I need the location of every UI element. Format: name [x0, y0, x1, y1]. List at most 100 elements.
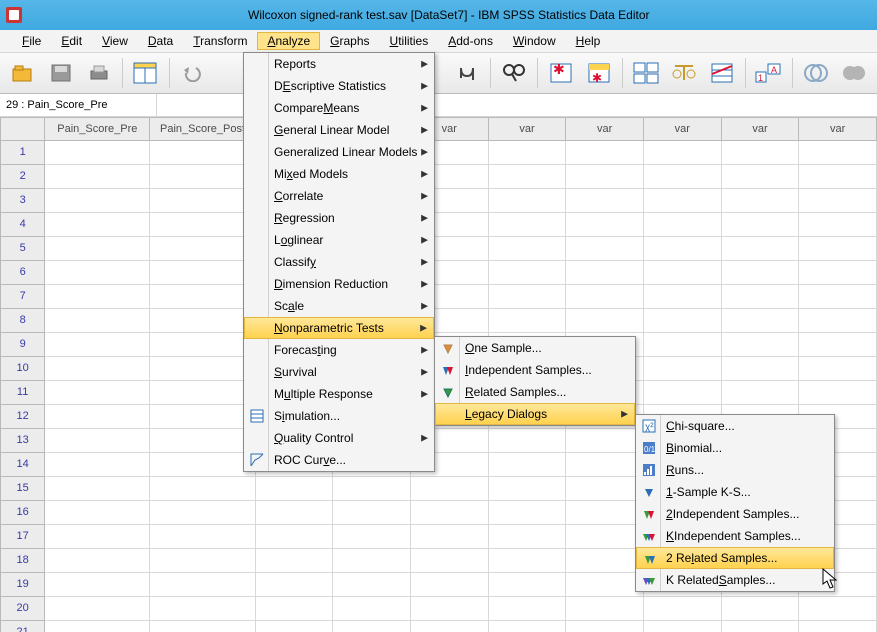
cell[interactable]	[45, 525, 150, 549]
cell[interactable]	[45, 333, 150, 357]
cell[interactable]	[333, 597, 411, 621]
cell[interactable]	[489, 525, 567, 549]
cell[interactable]	[150, 597, 255, 621]
menu-item[interactable]: Regression▶	[244, 207, 434, 229]
column-header[interactable]: var	[489, 117, 567, 141]
row-header[interactable]: 4	[0, 213, 45, 237]
cell[interactable]	[799, 237, 877, 261]
menu-data[interactable]: Data	[138, 32, 183, 50]
row-header[interactable]: 13	[0, 429, 45, 453]
cell[interactable]	[45, 165, 150, 189]
menu-item[interactable]: Runs...	[636, 459, 834, 481]
analyze-menu[interactable]: Reports▶DEscriptive Statistics▶Compare M…	[243, 52, 435, 472]
cell[interactable]	[566, 261, 644, 285]
cell[interactable]	[150, 477, 255, 501]
cell[interactable]	[150, 453, 255, 477]
cell[interactable]	[566, 453, 644, 477]
cell[interactable]	[566, 189, 644, 213]
cell[interactable]	[45, 141, 150, 165]
cell[interactable]	[489, 453, 567, 477]
cell[interactable]	[411, 501, 489, 525]
data-view-icon[interactable]	[129, 56, 163, 90]
menu-item[interactable]: ROC Curve...	[244, 449, 434, 471]
menu-item[interactable]: Quality Control▶	[244, 427, 434, 449]
cell[interactable]	[256, 549, 334, 573]
menu-item[interactable]: 2 Independent Samples...	[636, 503, 834, 525]
cell[interactable]	[150, 573, 255, 597]
menu-item[interactable]: K Independent Samples...	[636, 525, 834, 547]
cell[interactable]	[566, 621, 644, 632]
cell[interactable]	[799, 333, 877, 357]
cell[interactable]	[799, 285, 877, 309]
cell[interactable]	[566, 285, 644, 309]
column-header[interactable]: Pain_Score_Post	[150, 117, 255, 141]
nonparametric-submenu[interactable]: One Sample...Independent Samples...Relat…	[434, 336, 636, 426]
menu-help[interactable]: Help	[566, 32, 611, 50]
cell[interactable]	[489, 165, 567, 189]
cell[interactable]	[256, 477, 334, 501]
cell[interactable]	[644, 261, 722, 285]
row-header[interactable]: 11	[0, 381, 45, 405]
cell[interactable]	[489, 621, 567, 632]
cell[interactable]	[150, 165, 255, 189]
cell[interactable]	[722, 621, 800, 632]
cell[interactable]	[150, 621, 255, 632]
cell[interactable]	[799, 213, 877, 237]
cell[interactable]	[45, 453, 150, 477]
mu-icon[interactable]	[450, 56, 484, 90]
cell[interactable]	[411, 621, 489, 632]
menu-item[interactable]: Classify▶	[244, 251, 434, 273]
cell[interactable]	[799, 381, 877, 405]
cell[interactable]	[566, 141, 644, 165]
save-icon[interactable]	[44, 56, 78, 90]
row-header[interactable]: 2	[0, 165, 45, 189]
show-all-icon[interactable]	[837, 56, 871, 90]
menu-item[interactable]: Simulation...	[244, 405, 434, 427]
cell[interactable]	[45, 501, 150, 525]
cell[interactable]	[333, 477, 411, 501]
cell[interactable]	[150, 261, 255, 285]
menu-item[interactable]: One Sample...	[435, 337, 635, 359]
cell[interactable]	[489, 237, 567, 261]
cell[interactable]	[45, 597, 150, 621]
cell[interactable]	[489, 501, 567, 525]
cell[interactable]	[566, 573, 644, 597]
cell[interactable]	[644, 285, 722, 309]
menu-item[interactable]: Loglinear▶	[244, 229, 434, 251]
cell[interactable]	[566, 525, 644, 549]
cell[interactable]	[722, 237, 800, 261]
cell[interactable]	[411, 549, 489, 573]
row-header[interactable]: 5	[0, 237, 45, 261]
cell[interactable]	[45, 285, 150, 309]
cell[interactable]	[566, 309, 644, 333]
cell[interactable]	[333, 549, 411, 573]
cell[interactable]	[799, 597, 877, 621]
cell[interactable]	[722, 381, 800, 405]
cell[interactable]	[150, 357, 255, 381]
menu-item[interactable]: K Related Samples...	[636, 569, 834, 591]
cell[interactable]	[256, 597, 334, 621]
cell[interactable]	[333, 501, 411, 525]
cell[interactable]	[566, 597, 644, 621]
cell[interactable]	[799, 357, 877, 381]
cell[interactable]	[45, 573, 150, 597]
menu-item[interactable]: 2 Related Samples...	[636, 547, 834, 569]
cell[interactable]	[799, 621, 877, 632]
cell[interactable]	[45, 429, 150, 453]
menu-item[interactable]: Legacy Dialogs▶	[435, 403, 635, 425]
menu-item[interactable]: Related Samples...	[435, 381, 635, 403]
cell[interactable]	[256, 573, 334, 597]
row-header[interactable]: 10	[0, 357, 45, 381]
legacy-dialogs-submenu[interactable]: χ²Chi-square...0/1Binomial...Runs...1-Sa…	[635, 414, 835, 592]
cell[interactable]	[489, 189, 567, 213]
menu-view[interactable]: View	[92, 32, 138, 50]
use-sets-icon[interactable]	[799, 56, 833, 90]
insert-cases-icon[interactable]: ✱	[544, 56, 578, 90]
menu-item[interactable]: Nonparametric Tests▶	[244, 317, 434, 339]
cell[interactable]	[566, 501, 644, 525]
cell[interactable]	[45, 549, 150, 573]
split-file-icon[interactable]	[629, 56, 663, 90]
weight-cases-icon[interactable]	[667, 56, 701, 90]
cell[interactable]	[150, 501, 255, 525]
cell[interactable]	[799, 141, 877, 165]
